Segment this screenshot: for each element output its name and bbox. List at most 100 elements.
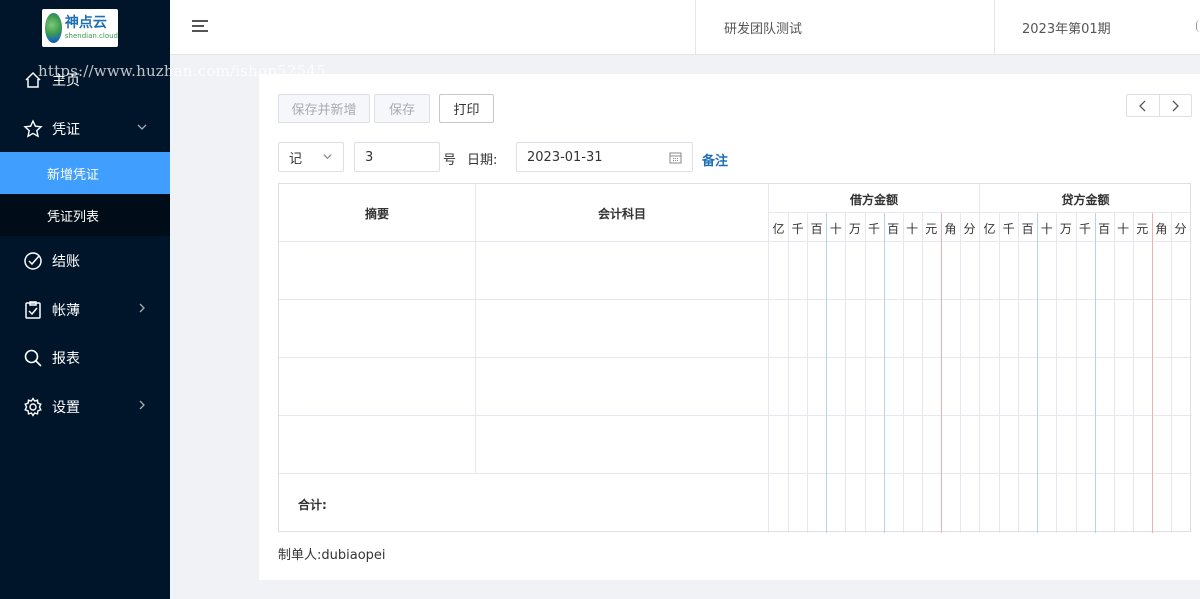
maker-name: dubiaopei (321, 548, 386, 563)
summary-cell[interactable] (279, 416, 475, 473)
digit-divider (1037, 213, 1039, 533)
digit-divider (807, 213, 809, 533)
search-icon (23, 348, 43, 368)
voucher-panel: 保存并新增 保存 打印 记 3 号 日期: 2023-01-31 备注 摘要 会… (259, 74, 1200, 580)
summary-cell[interactable] (279, 358, 475, 415)
sidebar-item-ledger[interactable]: 帐薄 (0, 286, 170, 334)
sidebar-item-settings[interactable]: 设置 (0, 383, 170, 431)
digit-header-credit: 十 (1040, 222, 1053, 236)
top-header: 研发团队测试 2023年第01期 (170, 0, 1200, 55)
digit-divider (1132, 213, 1134, 533)
voucher-number-value: 3 (365, 149, 374, 165)
sidebar-item-voucher[interactable]: 凭证 (0, 105, 170, 153)
sidebar-item-label: 结账 (52, 254, 80, 270)
account-cell[interactable] (476, 416, 768, 473)
digit-divider (1075, 213, 1077, 533)
digit-header-debit: 十 (829, 222, 842, 236)
digit-divider (921, 213, 923, 533)
digit-header-credit: 千 (1078, 222, 1091, 236)
digit-header-debit: 百 (887, 222, 900, 236)
voucher-word-select[interactable]: 记 (278, 142, 344, 172)
digit-divider (883, 213, 885, 533)
digit-header-debit: 千 (791, 222, 804, 236)
sidebar-item-label: 设置 (52, 400, 80, 416)
digit-divider (845, 213, 847, 533)
next-voucher-button[interactable] (1160, 95, 1192, 116)
digit-divider (1171, 213, 1172, 533)
sidebar-item-label: 凭证 (52, 122, 80, 138)
digit-header-credit: 百 (1021, 222, 1034, 236)
total-label: 合计: (298, 498, 327, 512)
date-picker-input[interactable]: 2023-01-31 (516, 142, 693, 172)
submenu-item-voucher-list[interactable]: 凭证列表 (0, 194, 170, 236)
menu-toggle-icon[interactable] (192, 20, 208, 35)
voucher-number-input[interactable]: 3 (354, 142, 440, 172)
number-suffix-label: 号 (443, 153, 457, 168)
column-header-credit: 贷方金额 (1061, 193, 1110, 207)
chevron-right-icon (136, 302, 148, 317)
digit-divider (1094, 213, 1096, 533)
period-label: 2023年第01期 (1022, 21, 1111, 37)
sidebar: 神点云 shendian.cloud 主页 凭证 新增凭证 凭证列表 结账 帐薄… (0, 0, 170, 599)
print-button[interactable]: 打印 (439, 94, 494, 123)
gear-icon (23, 397, 43, 417)
column-header-summary: 摘要 (364, 207, 389, 221)
digit-divider (788, 213, 790, 533)
summary-cell[interactable] (279, 300, 475, 357)
calendar-icon[interactable] (669, 151, 682, 167)
logo-mark-icon (45, 13, 62, 43)
digit-divider (999, 213, 1001, 533)
chevron-down-icon (136, 121, 148, 136)
digit-header-credit: 万 (1059, 222, 1072, 236)
summary-cell[interactable] (279, 242, 475, 299)
digit-header-debit: 元 (925, 222, 938, 236)
column-header-debit: 借方金额 (849, 193, 898, 207)
chevron-down-icon (322, 151, 333, 165)
voucher-maker: 制单人:dubiaopei (278, 544, 386, 563)
digit-divider (902, 213, 904, 533)
digit-divider (940, 213, 942, 533)
digit-header-debit: 十 (906, 222, 919, 236)
save-button[interactable]: 保存 (374, 94, 430, 123)
voucher-word-value: 记 (289, 151, 303, 167)
logo[interactable]: 神点云 shendian.cloud (42, 9, 118, 47)
logo-subtitle: shendian.cloud (64, 32, 118, 40)
digit-divider (1056, 213, 1058, 533)
digit-divider (1018, 213, 1020, 533)
star-icon (23, 119, 43, 139)
digit-header-debit: 分 (963, 222, 976, 236)
digit-header-debit: 万 (848, 222, 861, 236)
submenu-item-new-voucher[interactable]: 新增凭证 (0, 152, 170, 194)
voucher-entry-table: 摘要 会计科目 借方金额 贷方金额 合计: 亿千百十万千百十元角分亿千百十万千百… (278, 183, 1192, 533)
save-and-new-button[interactable]: 保存并新增 (278, 94, 370, 123)
voucher-pager (1126, 94, 1192, 117)
digit-header-credit: 百 (1098, 222, 1111, 236)
digit-header-credit: 十 (1117, 222, 1130, 236)
chevron-left-icon (1138, 100, 1146, 111)
clipboard-icon (23, 300, 43, 320)
account-cell[interactable] (476, 242, 768, 299)
sidebar-item-label: 帐薄 (52, 303, 80, 319)
date-label: 日期: (467, 153, 498, 168)
period-selector[interactable]: 2023年第01期 (1022, 0, 1111, 54)
account-cell[interactable] (476, 300, 768, 357)
chevron-right-icon (136, 399, 148, 414)
digit-header-debit: 角 (944, 222, 957, 236)
digit-header-credit: 千 (1002, 222, 1015, 236)
maker-label: 制单人: (278, 548, 322, 563)
account-cell[interactable] (476, 358, 768, 415)
sidebar-item-reports[interactable]: 报表 (0, 334, 170, 382)
chevron-right-icon (1172, 100, 1180, 111)
column-header-account: 会计科目 (597, 207, 646, 221)
digit-divider (1113, 213, 1115, 533)
submenu-item-label: 凭证列表 (47, 209, 100, 225)
sidebar-item-label: 报表 (52, 351, 80, 367)
team-selector[interactable]: 研发团队测试 (695, 0, 995, 54)
note-link[interactable]: 备注 (702, 150, 728, 169)
digit-divider (826, 213, 828, 533)
digit-header-credit: 分 (1174, 222, 1187, 236)
prev-voucher-button[interactable] (1127, 95, 1160, 116)
digit-header-credit: 元 (1136, 222, 1149, 236)
digit-header-debit: 千 (867, 222, 880, 236)
sidebar-item-closing[interactable]: 结账 (0, 237, 170, 285)
